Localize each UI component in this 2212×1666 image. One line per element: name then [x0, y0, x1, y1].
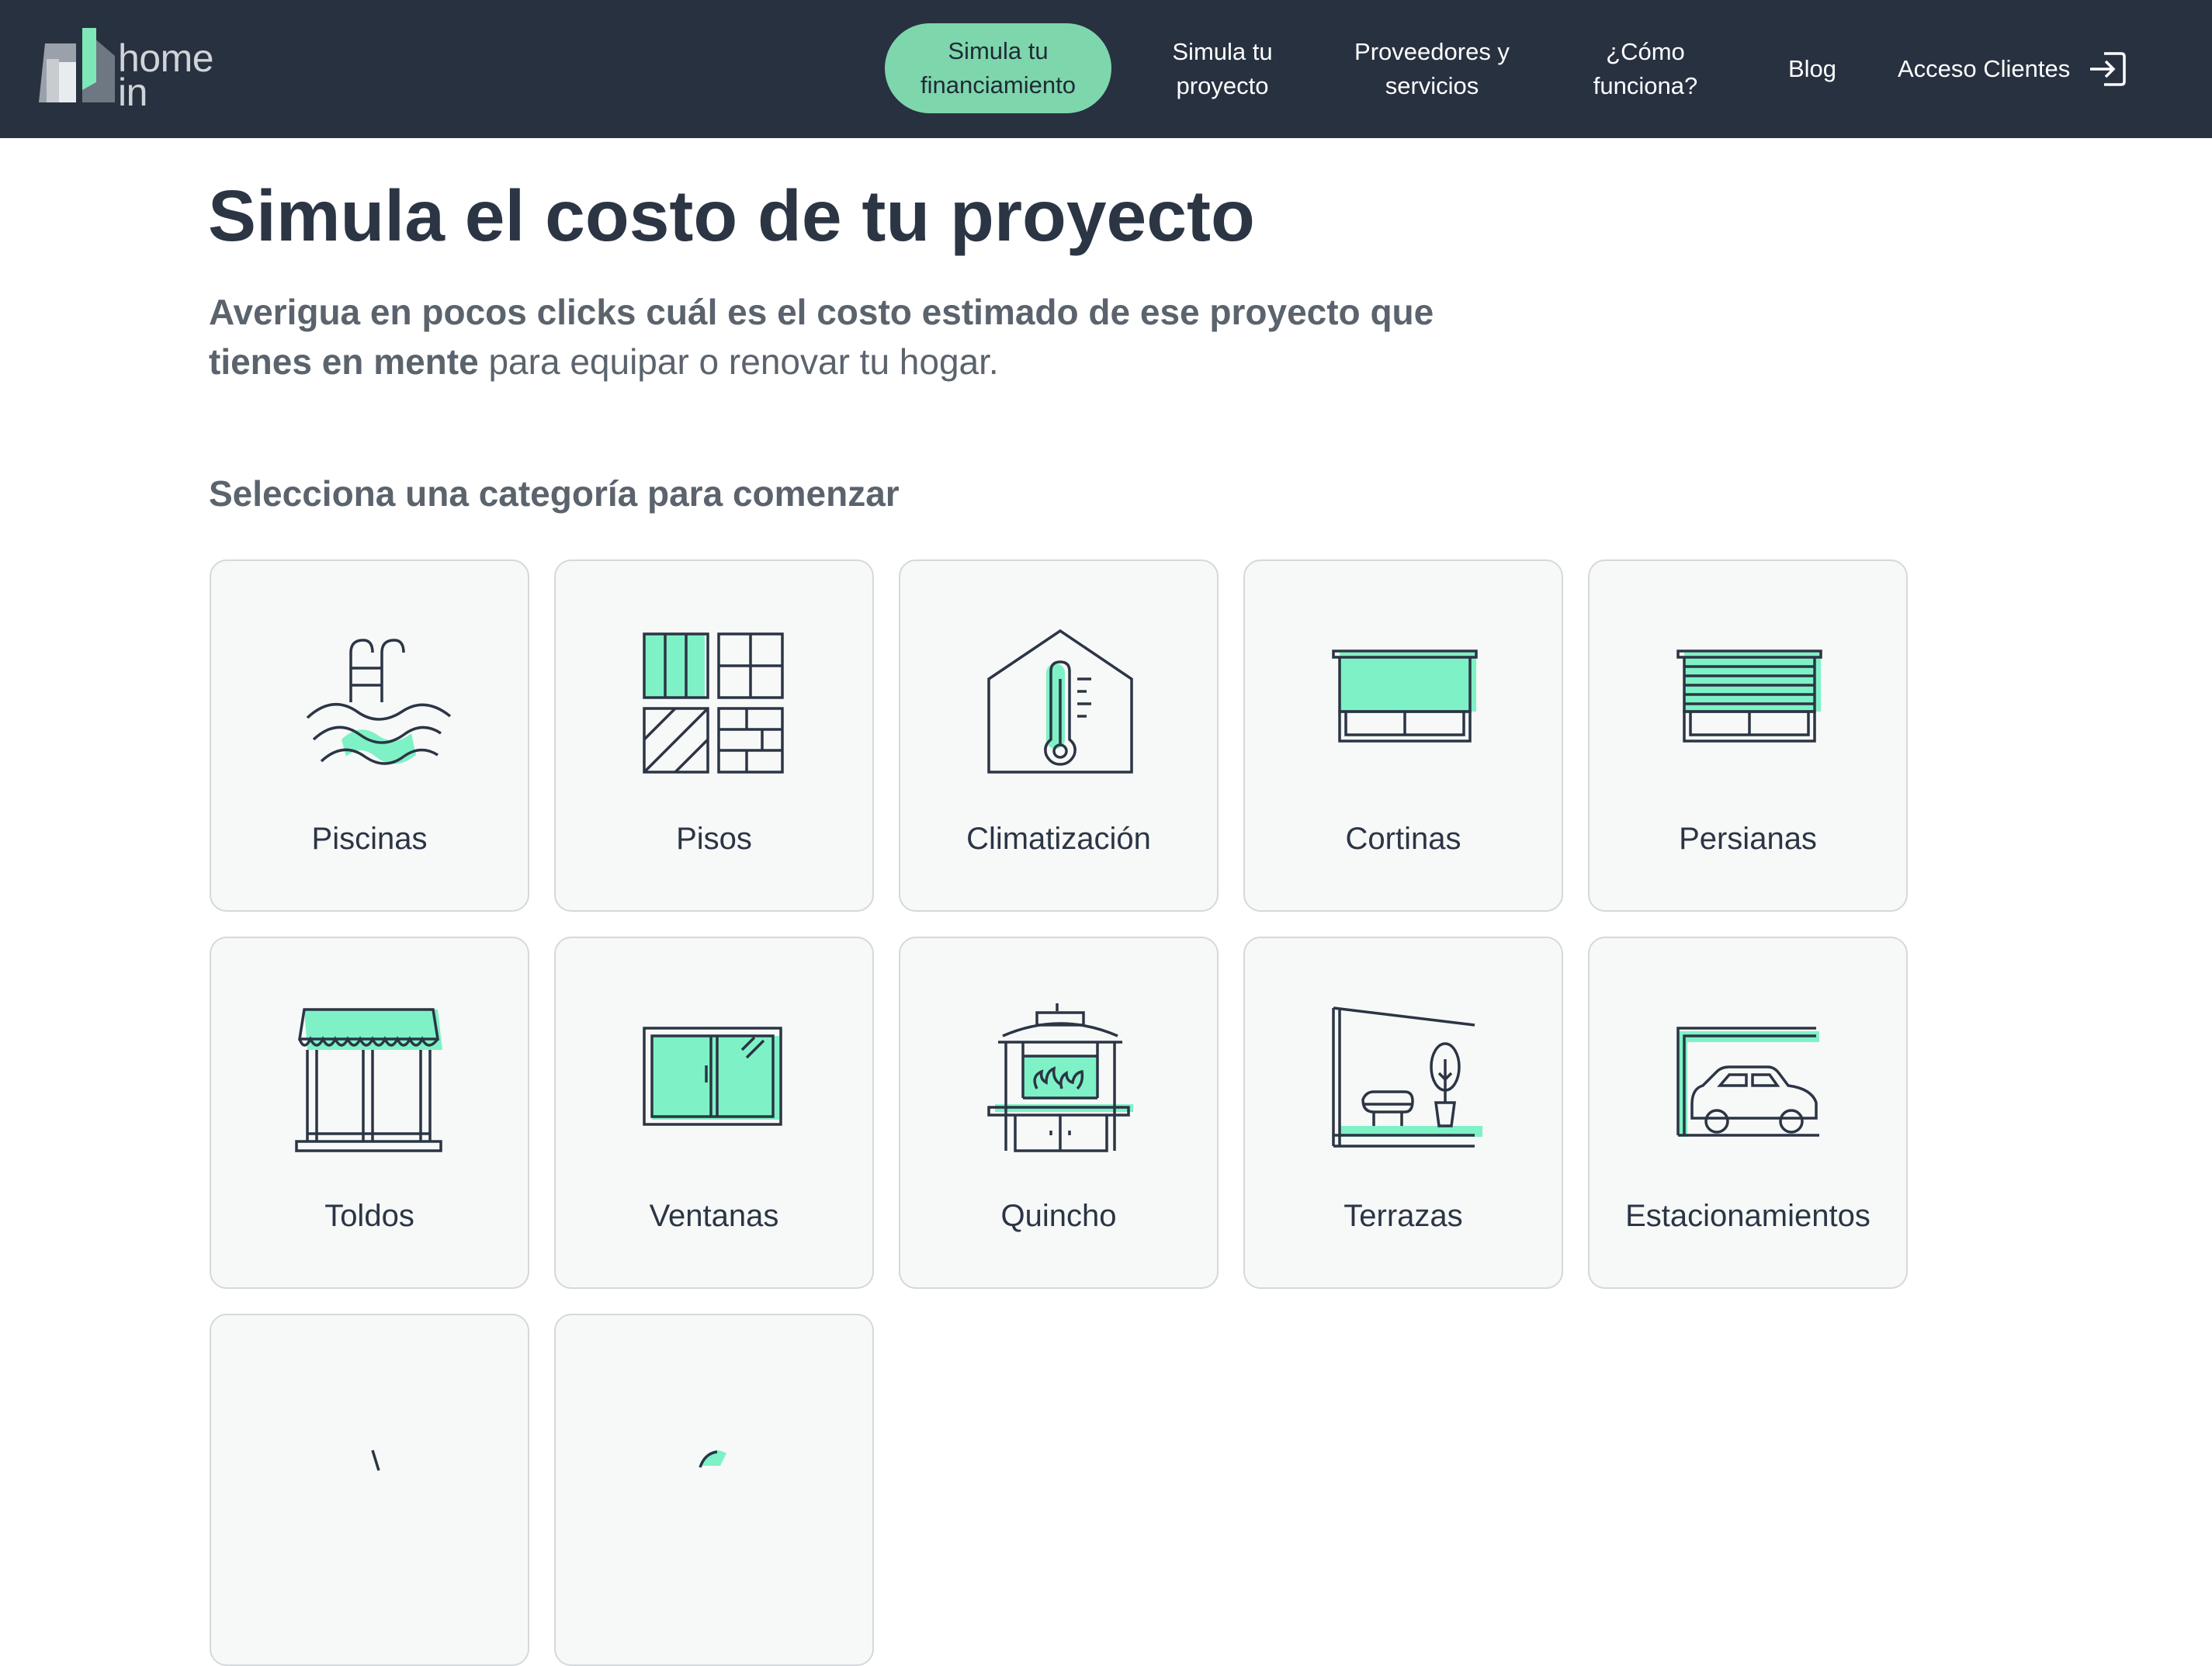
category-icon [371, 1450, 380, 1471]
nav-how-it-works-link[interactable]: ¿Cómo funciona? [1564, 0, 1727, 138]
category-label: Persianas [1679, 822, 1817, 856]
house-logo-icon [39, 28, 115, 102]
nav-simulate-project-link[interactable]: Simula tu proyecto [1149, 0, 1296, 138]
category-label: Ventanas [649, 1199, 779, 1233]
page-title: Simula el costo de tu proyecto [208, 175, 1255, 256]
terrace-icon [1332, 1006, 1482, 1148]
category-card-piscinas[interactable]: Piscinas [210, 559, 529, 912]
awning-icon [295, 1008, 442, 1152]
top-navigation-bar: home in Simula tu financiamiento Simula … [0, 0, 2212, 138]
nav-client-access-link[interactable]: Acceso Clientes [1898, 0, 2158, 138]
nav-blog-link[interactable]: Blog [1762, 0, 1863, 138]
category-label: Estacionamientos [1625, 1199, 1870, 1233]
category-card-terrazas[interactable]: Terrazas [1243, 937, 1563, 1289]
thermometer-house-icon [987, 629, 1133, 774]
category-label: Terrazas [1343, 1199, 1463, 1233]
category-card-estacionamientos[interactable]: Estacionamientos [1588, 937, 1908, 1289]
category-label: Quincho [1000, 1199, 1117, 1233]
pool-icon [306, 639, 452, 765]
section-label: Selecciona una categoría para comenzar [209, 473, 900, 514]
category-card-ventanas[interactable]: Ventanas [554, 937, 874, 1289]
sliding-window-icon [643, 1027, 782, 1126]
nav-client-access-label: Acceso Clientes [1898, 55, 2071, 82]
category-label: Pisos [676, 822, 752, 856]
nav-providers-link[interactable]: Proveedores y servicios [1347, 0, 1517, 138]
nav-how-it-works-label: ¿Cómo funciona? [1593, 38, 1698, 99]
nav-simulate-financing-button[interactable]: Simula tu financiamiento [885, 23, 1111, 113]
bbq-grill-icon [987, 1003, 1133, 1152]
blinds-window-icon [1676, 649, 1822, 743]
login-arrow-icon [2090, 52, 2127, 86]
category-card-persianas[interactable]: Persianas [1588, 559, 1908, 912]
category-card[interactable] [554, 1314, 874, 1666]
nav-providers-label: Proveedores y servicios [1354, 38, 1510, 99]
curtain-window-icon [1332, 649, 1478, 743]
category-label: Toldos [324, 1199, 414, 1233]
category-card-quincho[interactable]: Quincho [899, 937, 1219, 1289]
category-label: Cortinas [1345, 822, 1461, 856]
intro-text: Averigua en pocos clicks cuál es el cost… [209, 287, 1528, 386]
nav-simulate-project-label: Simula tu proyecto [1172, 38, 1273, 99]
category-card-climatizacion[interactable]: Climatización [899, 559, 1219, 912]
category-card[interactable] [210, 1314, 529, 1666]
logo-text-in: in [118, 71, 147, 114]
category-icon [699, 1450, 726, 1468]
category-label: Climatización [966, 822, 1151, 856]
nav-blog-label: Blog [1787, 55, 1837, 82]
floor-tiles-icon [643, 632, 784, 774]
nav-simulate-financing-label: Simula tu financiamiento [921, 37, 1076, 99]
intro-rest-text: para equipar o renovar tu hogar. [478, 341, 999, 382]
category-card-toldos[interactable]: Toldos [210, 937, 529, 1289]
category-label: Piscinas [311, 822, 428, 856]
category-card-pisos[interactable]: Pisos [554, 559, 874, 912]
category-card-cortinas[interactable]: Cortinas [1243, 559, 1563, 912]
carport-icon [1676, 1027, 1819, 1137]
homein-logo[interactable]: home in [37, 28, 239, 112]
